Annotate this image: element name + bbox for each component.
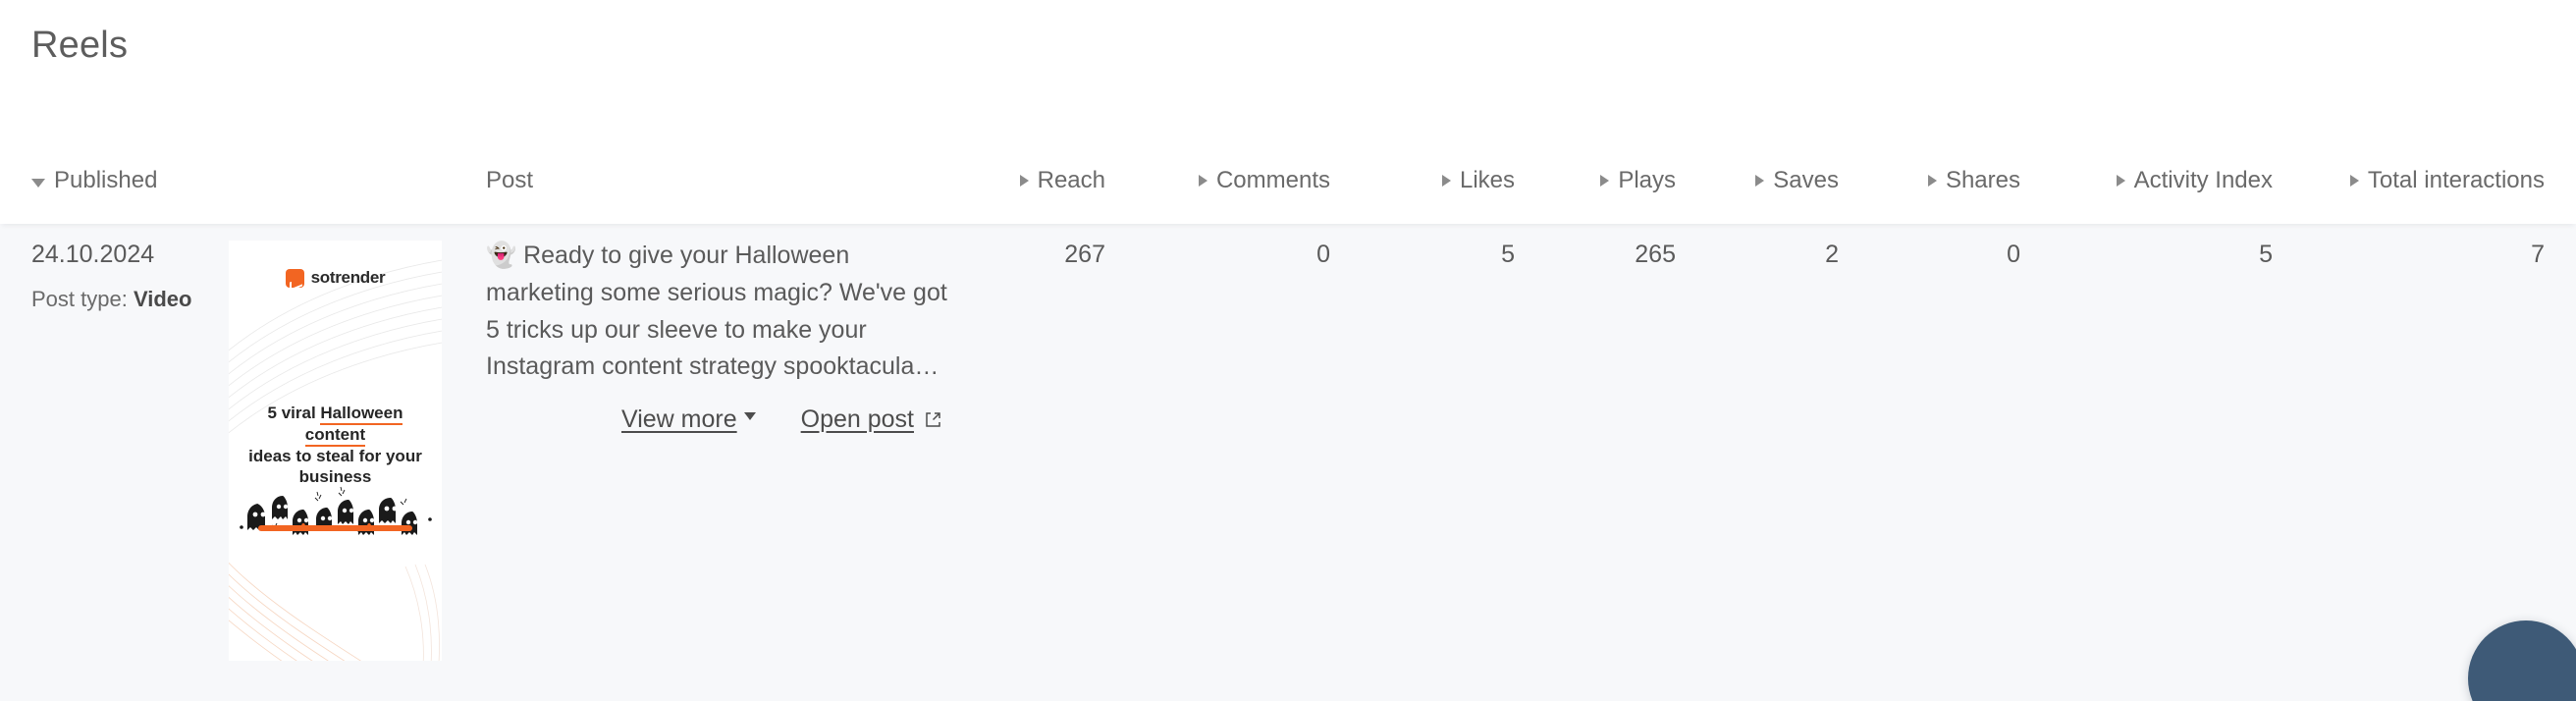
page-title: Reels (31, 25, 129, 66)
cell-activity_index: 5 (2259, 241, 2273, 268)
column-header-label: Published (54, 167, 158, 193)
sort-icon (1600, 175, 1610, 187)
column-header-reach[interactable]: Reach (1001, 137, 1105, 224)
table-body: 24.10.2024 Post type: Video sotrender 5 … (0, 224, 2576, 701)
column-header-saves[interactable]: Saves (1723, 137, 1839, 224)
headline-part-1: 5 viral (267, 404, 321, 422)
column-header-published[interactable]: Published (31, 137, 247, 224)
post-text: 👻 Ready to give your Halloween marketing… (486, 238, 947, 386)
sort-icon (2349, 175, 2359, 187)
cell-thumbnail[interactable]: sotrender 5 viral Halloween content idea… (229, 241, 442, 661)
cell-post: 👻 Ready to give your Halloween marketing… (486, 238, 947, 434)
post-actions: View more Open post (486, 405, 947, 434)
sort-icon (1441, 175, 1451, 187)
table-header: Published Post Reach Comments Likes Plays Save… (0, 137, 2576, 224)
view-more-label: View more (621, 405, 737, 433)
ghost-emoji: 👻 (486, 242, 517, 269)
column-header-label: Comments (1215, 167, 1330, 193)
column-header-label: Post (486, 167, 534, 193)
headline-part-underlined: Halloween content (304, 404, 403, 447)
sort-desc-icon (31, 178, 45, 188)
published-date: 24.10.2024 (31, 241, 155, 268)
column-header-label: Saves (1773, 167, 1839, 193)
sort-icon (1198, 175, 1208, 187)
cell-saves: 2 (1825, 241, 1839, 268)
column-header-label: Plays (1618, 167, 1676, 193)
column-header-likes[interactable]: Likes (1406, 137, 1515, 224)
sotrender-logo-text: sotrender (310, 268, 386, 287)
cell-total_interactions: 7 (2531, 241, 2545, 268)
column-header-label: Reach (1037, 167, 1105, 193)
post-text-body: Ready to give your Halloween marketing s… (486, 242, 947, 381)
column-header-plays[interactable]: Plays (1566, 137, 1676, 224)
sort-icon (1019, 175, 1029, 187)
column-header-label: Total interactions (2367, 167, 2545, 193)
column-header-label: Shares (1945, 167, 2020, 193)
column-header-shares[interactable]: Shares (1890, 137, 2020, 224)
open-post-label: Open post (800, 405, 914, 433)
post-type: Post type: Video (31, 286, 228, 314)
table-header-row: Published Post Reach Comments Likes Plays Save… (0, 137, 2576, 224)
column-header-post[interactable]: Post (486, 137, 780, 224)
cell-published: 24.10.2024 Post type: Video (31, 240, 228, 314)
post-type-label: Post type: (31, 287, 128, 312)
sotrender-logo-icon (285, 268, 304, 288)
sort-icon (2116, 175, 2125, 187)
column-header-total_interactions[interactable]: Total interactions (2327, 137, 2545, 224)
column-header-label: Activity Index (2133, 167, 2273, 193)
external-link-icon (925, 411, 941, 428)
column-header-comments[interactable]: Comments (1178, 137, 1330, 224)
thumbnail-headline: 5 viral Halloween content ideas to steal… (241, 403, 430, 488)
column-header-activity_index[interactable]: Activity Index (2062, 137, 2273, 224)
open-post-link[interactable]: Open post (801, 405, 941, 434)
headline-part-2: ideas to steal for your (248, 446, 422, 465)
chevron-down-icon (743, 411, 756, 420)
table-row[interactable]: 24.10.2024 Post type: Video sotrender 5 … (0, 224, 2576, 701)
cell-comments: 0 (1316, 241, 1330, 268)
thumbnail-brand-logo: sotrender (229, 268, 442, 288)
ghost-illustration (229, 484, 442, 543)
cell-shares: 0 (2007, 241, 2020, 268)
ghost-accent-bar (258, 525, 412, 531)
cell-plays: 265 (1635, 241, 1676, 268)
cell-likes: 5 (1501, 241, 1515, 268)
sort-icon (1755, 175, 1765, 187)
column-header-label: Likes (1459, 167, 1515, 193)
ghost-figures (240, 486, 432, 535)
post-thumbnail[interactable]: sotrender 5 viral Halloween content idea… (229, 241, 442, 661)
cell-reach: 267 (1064, 241, 1105, 268)
post-type-value: Video (133, 287, 192, 312)
reels-page: Reels Published Post Reach Comments Likes Pla… (0, 0, 2576, 701)
view-more-link[interactable]: View more (621, 405, 756, 434)
sort-icon (1927, 175, 1937, 187)
